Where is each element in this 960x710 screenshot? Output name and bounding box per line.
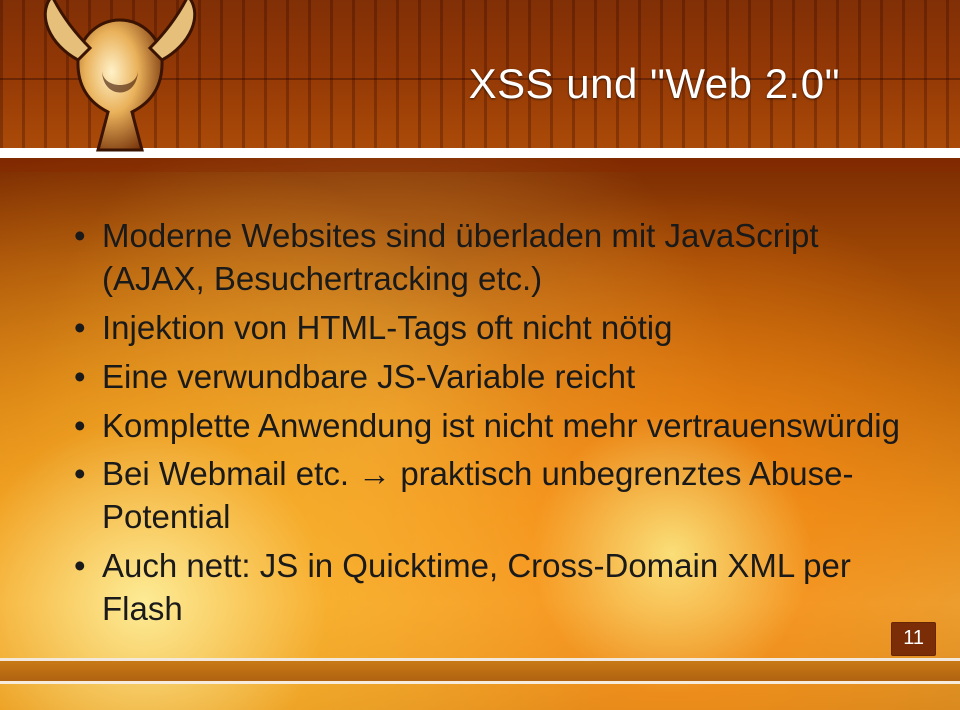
bullet-list: Moderne Websites sind überladen mit Java… [70,215,900,631]
bottom-decorative-band [0,658,960,684]
bullet-item: Eine verwundbare JS-Variable reicht [70,356,900,399]
slide: XSS und "Web 2.0" Moderne Websites sind … [0,0,960,710]
bullet-item: Injektion von HTML-Tags oft nicht nötig [70,307,900,350]
bullet-item: Komplette Anwendung ist nicht mehr vertr… [70,405,900,448]
slide-body: Moderne Websites sind überladen mit Java… [70,215,900,637]
bullet-item: Bei Webmail etc. → praktisch unbegrenzte… [70,453,900,539]
page-number-badge: 11 [891,622,936,656]
bullet-item: Moderne Websites sind überladen mit Java… [70,215,900,301]
bullet-item: Auch nett: JS in Quicktime, Cross-Domain… [70,545,900,631]
slide-title: XSS und "Web 2.0" [469,60,840,108]
